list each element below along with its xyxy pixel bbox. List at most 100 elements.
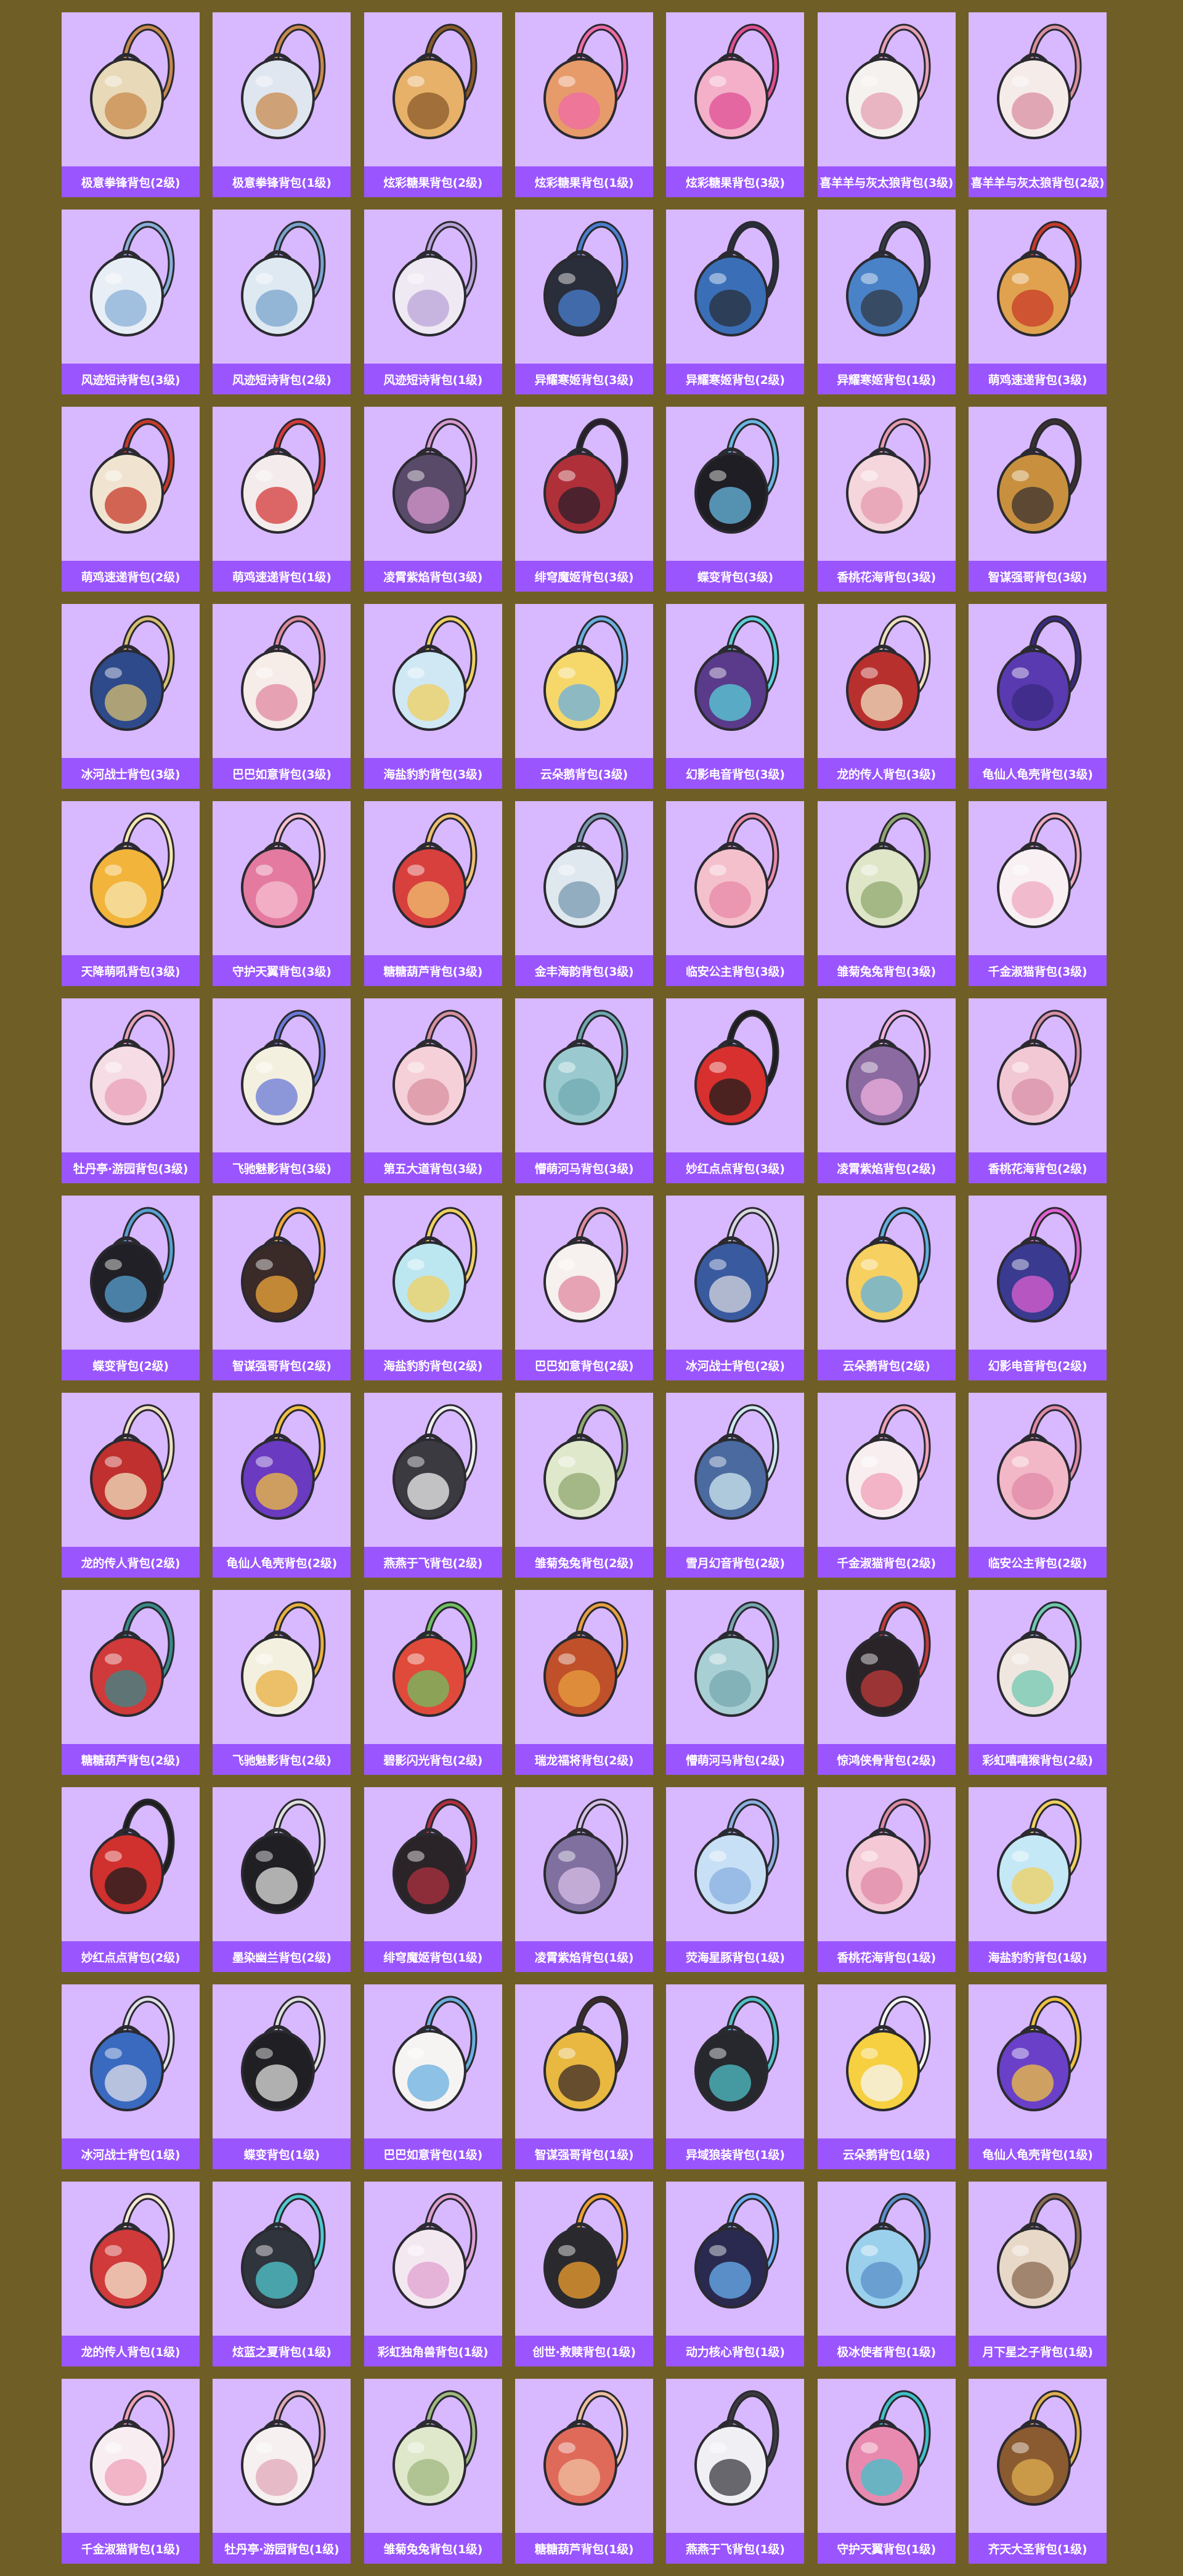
backpack-card[interactable]: 荧海星豚背包(1级) xyxy=(666,1787,805,1972)
backpack-card[interactable]: 飞驰魅影背包(3级) xyxy=(213,998,351,1183)
backpack-card[interactable]: 云朵鹅背包(2级) xyxy=(817,1196,956,1380)
backpack-card[interactable]: 风迹短诗背包(2级) xyxy=(213,210,351,394)
backpack-icon xyxy=(996,2193,1082,2309)
backpack-card[interactable]: 龟仙人龟壳背包(1级) xyxy=(968,1984,1107,2169)
backpack-card[interactable]: 彩虹独角兽背包(1级) xyxy=(364,2182,502,2366)
backpack-card[interactable]: 龟仙人龟壳背包(2级) xyxy=(213,1393,351,1578)
backpack-card[interactable]: 冰河战士背包(2级) xyxy=(666,1196,805,1380)
backpack-card[interactable]: 喜羊羊与灰太狼背包(2级) xyxy=(968,12,1107,197)
backpack-card[interactable]: 龙的传人背包(3级) xyxy=(817,604,956,789)
backpack-card[interactable]: 燕燕于飞背包(2级) xyxy=(364,1393,502,1578)
backpack-card[interactable]: 妙红点点背包(3级) xyxy=(666,998,805,1183)
backpack-image xyxy=(845,221,931,336)
backpack-card[interactable]: 彩虹嘻嘻猴背包(2级) xyxy=(968,1590,1107,1775)
backpack-card[interactable]: 萌鸡速递背包(2级) xyxy=(62,407,200,592)
backpack-card[interactable]: 守护天翼背包(3级) xyxy=(213,801,351,986)
backpack-name-label: 异耀寒姬背包(1级) xyxy=(817,364,956,394)
backpack-card[interactable]: 香桃花海背包(3级) xyxy=(817,407,956,592)
backpack-card[interactable]: 炫彩糖果背包(2级) xyxy=(364,12,502,197)
backpack-card[interactable]: 墨染幽兰背包(2级) xyxy=(213,1787,351,1972)
backpack-card[interactable]: 糖糖葫芦背包(3级) xyxy=(364,801,502,986)
backpack-card[interactable]: 瑞龙福将背包(2级) xyxy=(514,1590,653,1775)
backpack-card[interactable]: 凌霄紫焰背包(1级) xyxy=(514,1787,653,1972)
backpack-card[interactable]: 极意拳锋背包(2级) xyxy=(62,12,200,197)
backpack-card[interactable]: 冰河战士背包(3级) xyxy=(62,604,200,789)
backpack-card[interactable]: 炫彩糖果背包(1级) xyxy=(514,12,653,197)
backpack-card[interactable]: 巴巴如意背包(3级) xyxy=(213,604,351,789)
backpack-card[interactable]: 海盐豹豹背包(3级) xyxy=(364,604,502,789)
backpack-card[interactable]: 智谋强哥背包(3级) xyxy=(968,407,1107,592)
backpack-card[interactable]: 巴巴如意背包(1级) xyxy=(364,1984,502,2169)
backpack-card[interactable]: 炫彩糖果背包(3级) xyxy=(666,12,805,197)
backpack-card[interactable]: 懵萌河马背包(3级) xyxy=(514,998,653,1183)
backpack-icon xyxy=(90,418,175,534)
backpack-card[interactable]: 千金淑猫背包(1级) xyxy=(62,2379,200,2564)
backpack-card[interactable]: 蝶变背包(1级) xyxy=(213,1984,351,2169)
backpack-card[interactable]: 碧影闪光背包(2级) xyxy=(364,1590,502,1775)
backpack-card[interactable]: 风迹短诗背包(1级) xyxy=(364,210,502,394)
backpack-card[interactable]: 萌鸡速递背包(3级) xyxy=(968,210,1107,394)
backpack-card[interactable]: 牡丹亭·游园背包(3级) xyxy=(62,998,200,1183)
backpack-name-label: 临安公主背包(3级) xyxy=(666,955,805,986)
backpack-card[interactable]: 异耀寒姬背包(2级) xyxy=(666,210,805,394)
backpack-card[interactable]: 临安公主背包(3级) xyxy=(666,801,805,986)
backpack-card[interactable]: 香桃花海背包(1级) xyxy=(817,1787,956,1972)
backpack-card[interactable]: 龙的传人背包(1级) xyxy=(62,2182,200,2366)
backpack-card[interactable]: 喜羊羊与灰太狼背包(3级) xyxy=(817,12,956,197)
backpack-card[interactable]: 绯穹魔姬背包(3级) xyxy=(514,407,653,592)
backpack-image xyxy=(845,1601,931,1717)
backpack-card[interactable]: 极意拳锋背包(1级) xyxy=(213,12,351,197)
backpack-card[interactable]: 天降萌吼背包(3级) xyxy=(62,801,200,986)
backpack-card[interactable]: 金丰海韵背包(3级) xyxy=(514,801,653,986)
backpack-card[interactable]: 海盐豹豹背包(2级) xyxy=(364,1196,502,1380)
backpack-card[interactable]: 懵萌河马背包(2级) xyxy=(666,1590,805,1775)
backpack-card[interactable]: 绯穹魔姬背包(1级) xyxy=(364,1787,502,1972)
backpack-card[interactable]: 糖糖葫芦背包(1级) xyxy=(514,2379,653,2564)
backpack-card[interactable]: 龙的传人背包(2级) xyxy=(62,1393,200,1578)
backpack-card[interactable]: 千金淑猫背包(2级) xyxy=(817,1393,956,1578)
backpack-card[interactable]: 月下星之子背包(1级) xyxy=(968,2182,1107,2366)
backpack-card[interactable]: 香桃花海背包(2级) xyxy=(968,998,1107,1183)
backpack-card[interactable]: 智谋强哥背包(2级) xyxy=(213,1196,351,1380)
backpack-card[interactable]: 临安公主背包(2级) xyxy=(968,1393,1107,1578)
backpack-card[interactable]: 异耀寒姬背包(3级) xyxy=(514,210,653,394)
backpack-card[interactable]: 雏菊兔兔背包(3级) xyxy=(817,801,956,986)
backpack-name-label: 飞驰魅影背包(2级) xyxy=(213,1744,351,1775)
backpack-card[interactable]: 萌鸡速递背包(1级) xyxy=(213,407,351,592)
backpack-card[interactable]: 飞驰魅影背包(2级) xyxy=(213,1590,351,1775)
backpack-card[interactable]: 炫蓝之夏背包(1级) xyxy=(213,2182,351,2366)
backpack-icon xyxy=(90,812,175,928)
backpack-card[interactable]: 妙红点点背包(2级) xyxy=(62,1787,200,1972)
backpack-card[interactable]: 雏菊兔兔背包(1级) xyxy=(364,2379,502,2564)
backpack-card[interactable]: 守护天翼背包(1级) xyxy=(817,2379,956,2564)
backpack-card[interactable]: 雏菊兔兔背包(2级) xyxy=(514,1393,653,1578)
backpack-card[interactable]: 异耀寒姬背包(1级) xyxy=(817,210,956,394)
backpack-card[interactable]: 冰河战士背包(1级) xyxy=(62,1984,200,2169)
backpack-card[interactable]: 燕燕于飞背包(1级) xyxy=(666,2379,805,2564)
backpack-card[interactable]: 蝶变背包(3级) xyxy=(666,407,805,592)
backpack-card[interactable]: 动力核心背包(1级) xyxy=(666,2182,805,2366)
backpack-card[interactable]: 异域狼装背包(1级) xyxy=(666,1984,805,2169)
backpack-card[interactable]: 极冰使者背包(1级) xyxy=(817,2182,956,2366)
backpack-card[interactable]: 智谋强哥背包(1级) xyxy=(514,1984,653,2169)
backpack-card[interactable]: 幻影电音背包(3级) xyxy=(666,604,805,789)
backpack-card[interactable]: 幻影电音背包(2级) xyxy=(968,1196,1107,1380)
backpack-card[interactable]: 云朵鹅背包(1级) xyxy=(817,1984,956,2169)
backpack-card[interactable]: 齐天大圣背包(1级) xyxy=(968,2379,1107,2564)
backpack-card[interactable]: 巴巴如意背包(2级) xyxy=(514,1196,653,1380)
backpack-card[interactable]: 千金淑猫背包(3级) xyxy=(968,801,1107,986)
backpack-card[interactable]: 凌霄紫焰背包(2级) xyxy=(817,998,956,1183)
backpack-card[interactable]: 牡丹亭·游园背包(1级) xyxy=(213,2379,351,2564)
backpack-card[interactable]: 蝶变背包(2级) xyxy=(62,1196,200,1380)
backpack-card[interactable]: 第五大道背包(3级) xyxy=(364,998,502,1183)
backpack-card[interactable]: 凌霄紫焰背包(3级) xyxy=(364,407,502,592)
backpack-card[interactable]: 龟仙人龟壳背包(3级) xyxy=(968,604,1107,789)
backpack-card[interactable]: 创世·救赎背包(1级) xyxy=(514,2182,653,2366)
backpack-card[interactable]: 海盐豹豹背包(1级) xyxy=(968,1787,1107,1972)
backpack-card[interactable]: 雪月幻音背包(2级) xyxy=(666,1393,805,1578)
backpack-icon xyxy=(241,221,326,336)
backpack-card[interactable]: 云朵鹅背包(3级) xyxy=(514,604,653,789)
backpack-card[interactable]: 惊鸿侠骨背包(2级) xyxy=(817,1590,956,1775)
backpack-card[interactable]: 风迹短诗背包(3级) xyxy=(62,210,200,394)
backpack-card[interactable]: 糖糖葫芦背包(2级) xyxy=(62,1590,200,1775)
